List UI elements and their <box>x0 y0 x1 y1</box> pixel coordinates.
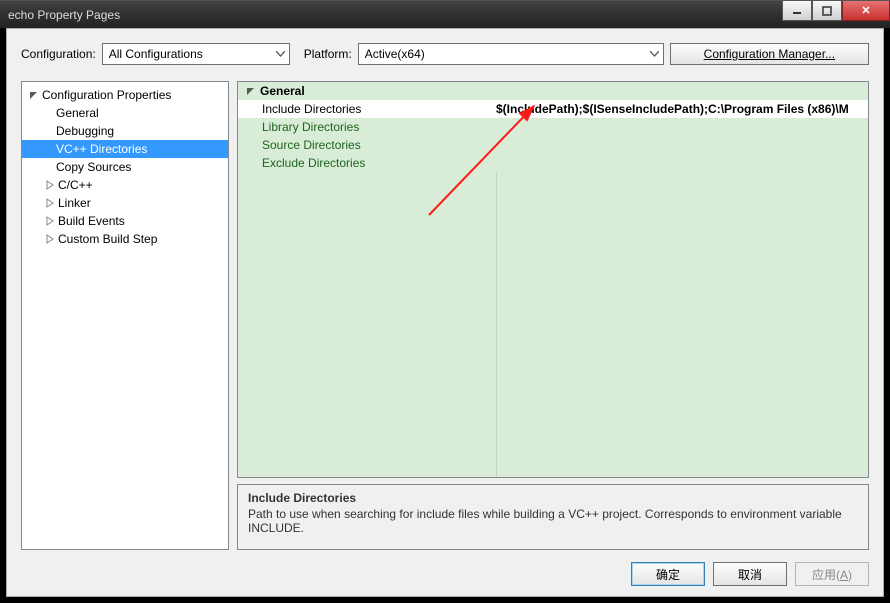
config-row: Configuration: All Configurations Platfo… <box>7 29 883 75</box>
tree[interactable]: Configuration Properties General Debuggi… <box>21 81 229 550</box>
apply-button: 应用(A) <box>795 562 869 586</box>
triangle-down-icon <box>28 89 40 101</box>
tree-item-custom-build-step[interactable]: Custom Build Step <box>22 230 228 248</box>
triangle-right-icon <box>44 179 56 191</box>
tree-item-general[interactable]: General <box>22 104 228 122</box>
maximize-button[interactable] <box>812 1 842 21</box>
property-grid[interactable]: General Include Directories $(IncludePat… <box>237 81 869 478</box>
tree-item-linker[interactable]: Linker <box>22 194 228 212</box>
configuration-combo[interactable]: All Configurations <box>102 43 290 65</box>
tree-item-vc-directories[interactable]: VC++ Directories <box>22 140 228 158</box>
window: echo Property Pages ✕ Configuration: All… <box>0 0 890 603</box>
cancel-button[interactable]: 取消 <box>713 562 787 586</box>
platform-label: Platform: <box>304 47 352 61</box>
grid-row-include-directories[interactable]: Include Directories $(IncludePath);$(ISe… <box>238 100 868 118</box>
grid-value-include-directories[interactable]: $(IncludePath);$(ISenseIncludePath);C:\P… <box>488 102 868 116</box>
tree-item-build-events[interactable]: Build Events <box>22 212 228 230</box>
platform-combo[interactable]: Active(x64) <box>358 43 664 65</box>
triangle-down-icon <box>246 86 256 96</box>
triangle-right-icon <box>44 233 56 245</box>
footer-buttons: 确定 取消 应用(A) <box>631 562 869 586</box>
grid-section-label: General <box>260 84 305 98</box>
window-title: echo Property Pages <box>8 6 120 24</box>
description-body: Path to use when searching for include f… <box>248 507 858 535</box>
grid-row-exclude-directories[interactable]: Exclude Directories <box>238 154 868 172</box>
titlebar: echo Property Pages ✕ <box>0 0 890 28</box>
close-button[interactable]: ✕ <box>842 1 890 21</box>
chevron-down-icon <box>276 51 285 57</box>
right-column: General Include Directories $(IncludePat… <box>237 81 869 550</box>
configuration-manager-button[interactable]: Configuration Manager... <box>670 43 869 65</box>
tree-item-debugging[interactable]: Debugging <box>22 122 228 140</box>
grid-row-library-directories[interactable]: Library Directories <box>238 118 868 136</box>
description-title: Include Directories <box>248 491 858 505</box>
tree-item-c-cpp[interactable]: C/C++ <box>22 176 228 194</box>
configuration-value: All Configurations <box>109 47 203 61</box>
description-pane: Include Directories Path to use when sea… <box>237 484 869 550</box>
triangle-right-icon <box>44 197 56 209</box>
client-area: Configuration: All Configurations Platfo… <box>6 28 884 597</box>
body-split: Configuration Properties General Debuggi… <box>21 81 869 550</box>
minimize-button[interactable] <box>782 1 812 21</box>
tree-item-copy-sources[interactable]: Copy Sources <box>22 158 228 176</box>
grid-row-source-directories[interactable]: Source Directories <box>238 136 868 154</box>
platform-value: Active(x64) <box>365 47 425 61</box>
configuration-label: Configuration: <box>21 47 96 61</box>
tree-root-label: Configuration Properties <box>42 88 171 102</box>
window-buttons: ✕ <box>782 1 890 28</box>
grid-section[interactable]: General <box>238 82 868 100</box>
ok-button[interactable]: 确定 <box>631 562 705 586</box>
chevron-down-icon <box>650 51 659 57</box>
triangle-right-icon <box>44 215 56 227</box>
tree-root-config-properties[interactable]: Configuration Properties <box>22 86 228 104</box>
